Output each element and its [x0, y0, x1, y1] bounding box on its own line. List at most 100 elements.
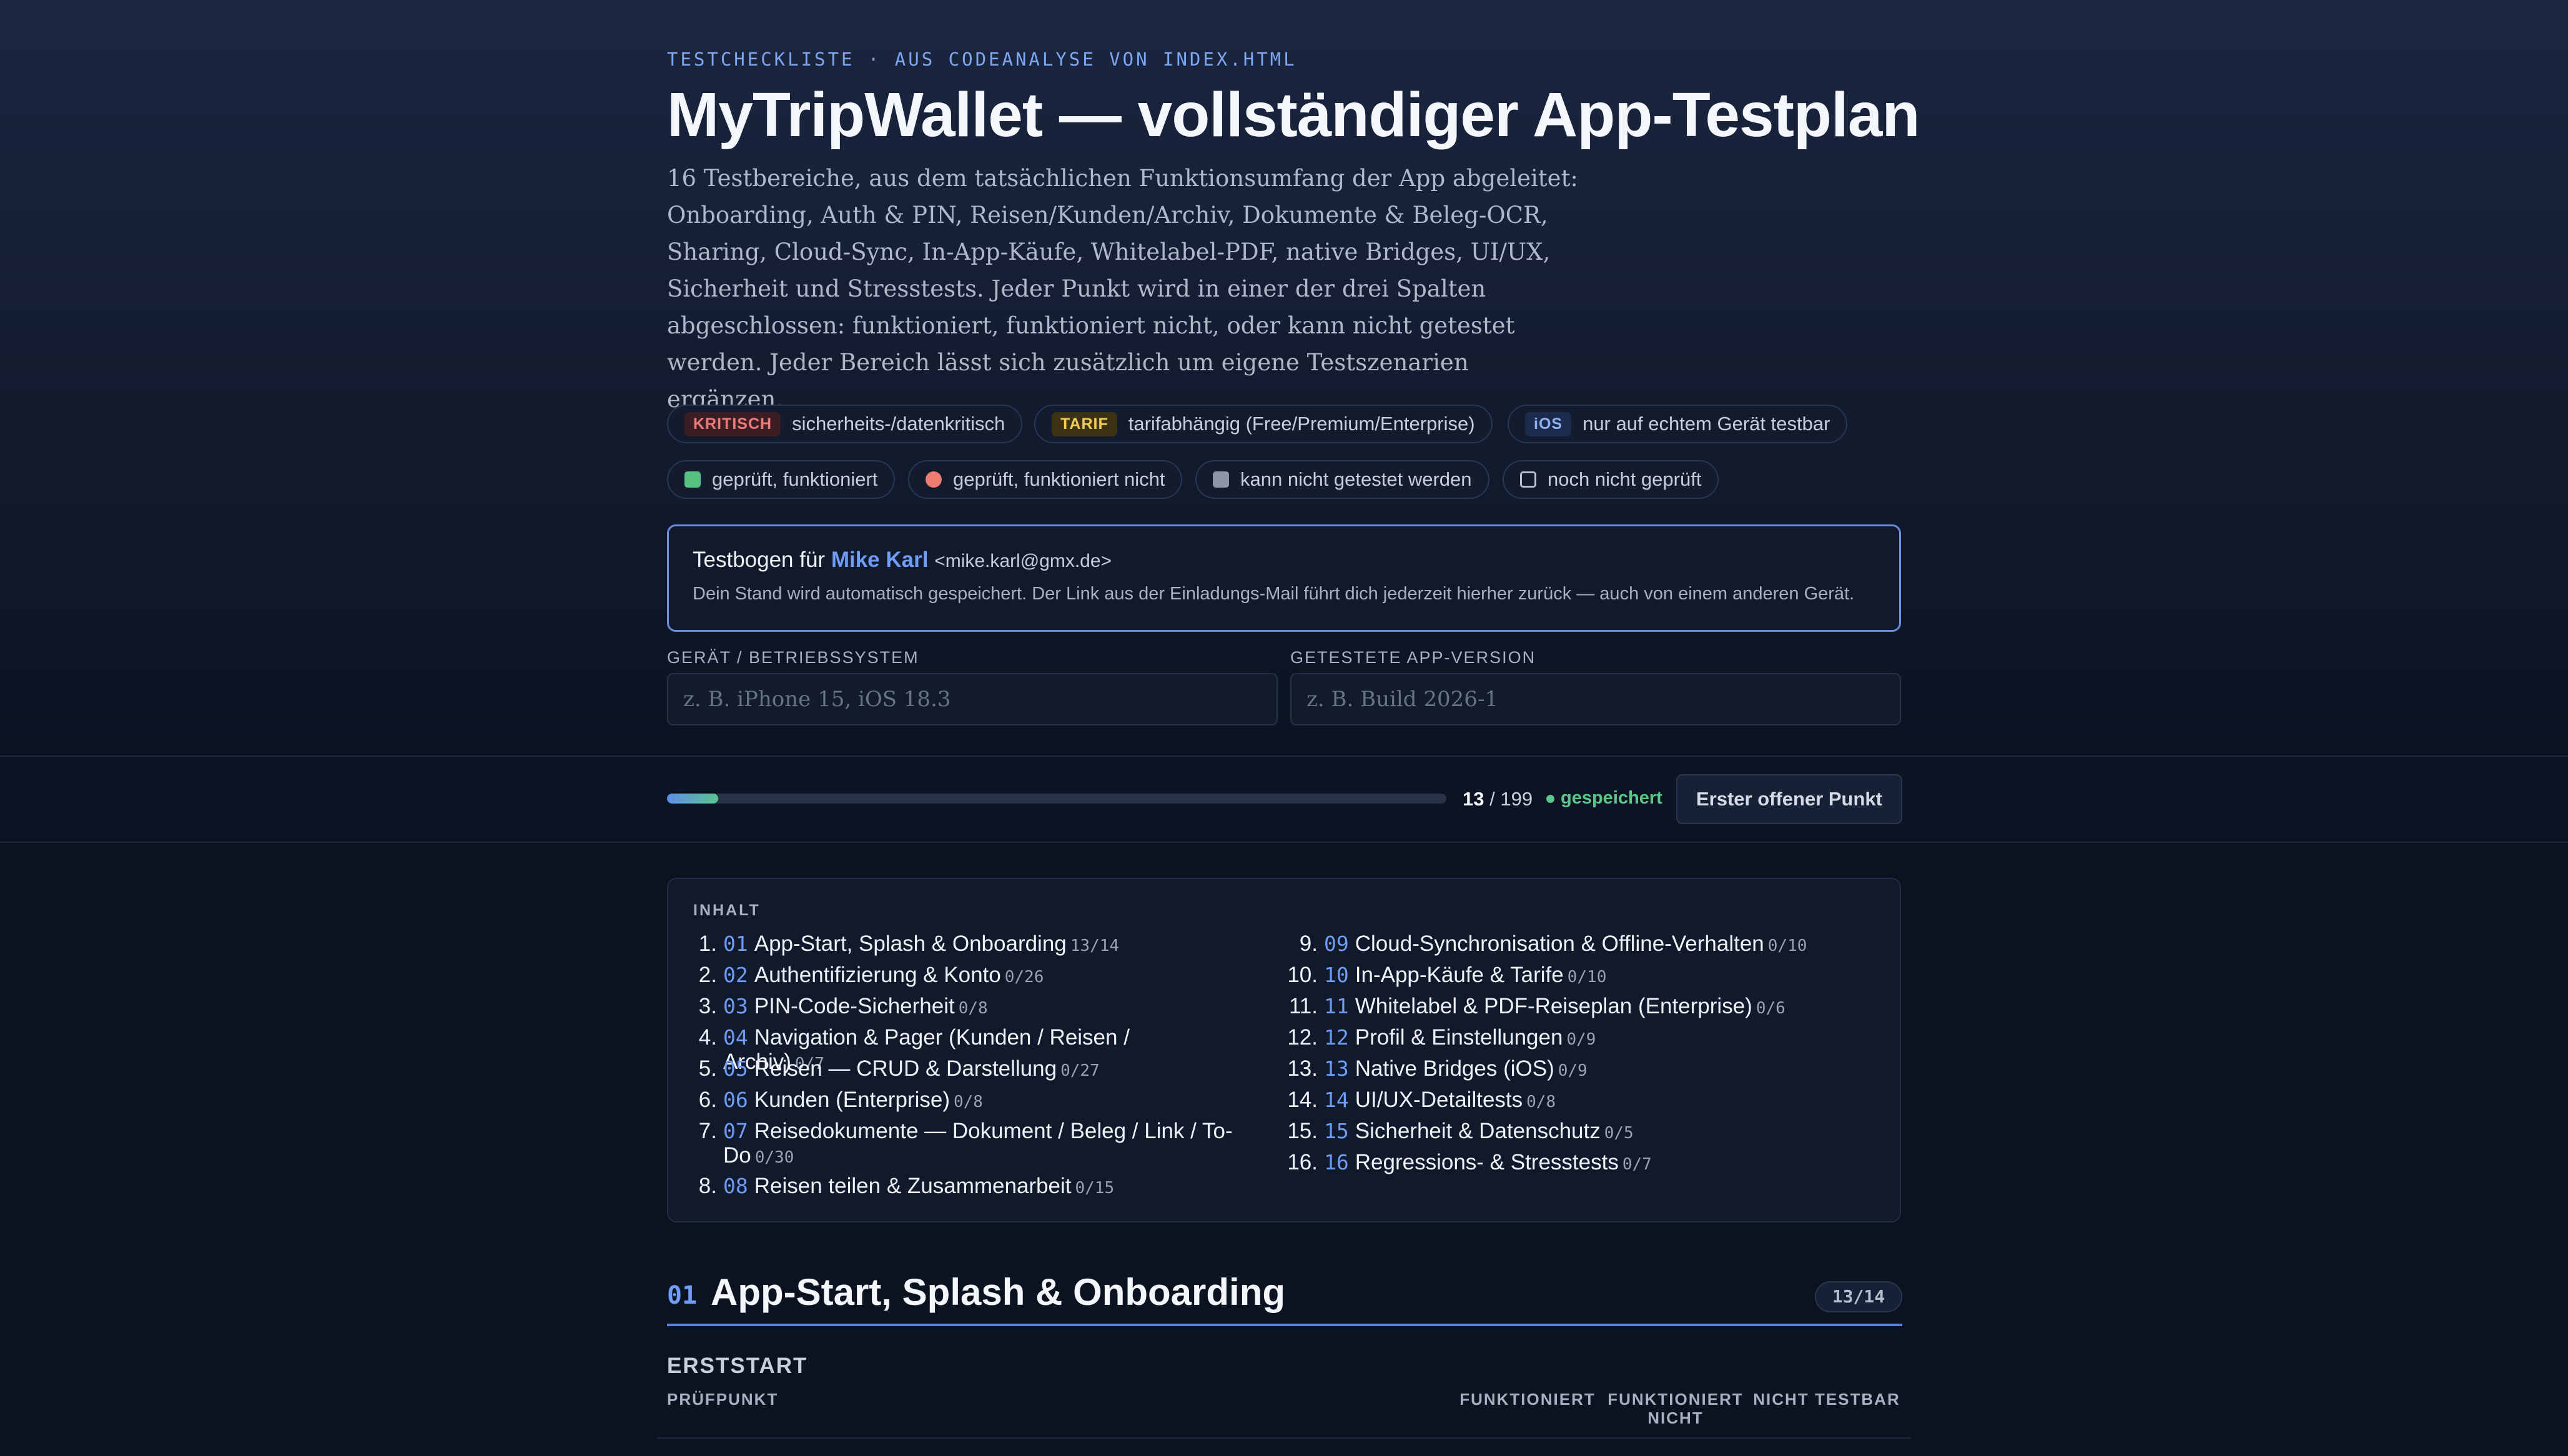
invite-name: Mike Karl: [831, 548, 929, 572]
toc-heading: INHALT: [693, 902, 761, 919]
saved-status: gespeichert: [1546, 788, 1662, 809]
toc-item-label: UI/UX-Detailtests: [1355, 1088, 1523, 1112]
toc-item-number: 09: [1324, 932, 1349, 956]
saved-dot-icon: [1546, 794, 1554, 803]
tag-ios: iOS: [1525, 411, 1572, 436]
toc-item-index: 15.: [1287, 1119, 1318, 1143]
toc-item-index: 13.: [1287, 1056, 1318, 1081]
toc-item-label: Cloud-Synchronisation & Offline-Verhalte…: [1355, 932, 1764, 956]
column-header-untestable: NICHT TESTBAR: [1753, 1390, 1900, 1409]
toc-item-index: 12.: [1287, 1025, 1318, 1050]
progress-separator: /: [1489, 788, 1495, 810]
status-unchecked-box-icon: [1520, 471, 1536, 488]
toc-item-link[interactable]: 06 Kunden (Enterprise) 0/8: [723, 1088, 1235, 1114]
toc-item-link[interactable]: 16 Regressions- & Stresstests 0/7: [1324, 1150, 1861, 1177]
progress-count: 13 / 199: [1463, 788, 1533, 810]
section-number: 01: [667, 1281, 698, 1310]
progress-bar: [667, 794, 1446, 804]
toc-item-count: 13/14: [1070, 937, 1120, 955]
toc-item-index: 14.: [1287, 1088, 1318, 1112]
toc-item-link[interactable]: 07 Reisedokumente — Dokument / Beleg / Li…: [723, 1119, 1235, 1170]
toc-item-link[interactable]: 10 In-App-Käufe & Tarife 0/10: [1324, 963, 1861, 990]
toc-item-count: 0/15: [1075, 1179, 1115, 1198]
toc-item-link[interactable]: 05 Reisen — CRUD & Darstellung 0/27: [723, 1056, 1235, 1083]
legend-chip-critical: KRITISCH sicherheits-/datenkritisch: [667, 405, 1023, 443]
section-divider: [667, 1324, 1902, 1326]
table-header-divider: [657, 1437, 1911, 1439]
page-title: MyTripWallet — vollständiger App-Testpla…: [667, 80, 1920, 150]
legend-fails-text: geprüft, funktioniert nicht: [953, 468, 1165, 490]
device-label: GERÄT / BETRIEBSSYSTEM: [667, 648, 919, 667]
toc-item-index: 1.: [698, 932, 717, 956]
section-count-badge: 13/14: [1815, 1281, 1902, 1312]
toc-item-link[interactable]: 08 Reisen teilen & Zusammenarbeit 0/15: [723, 1174, 1235, 1201]
toc-item-link[interactable]: 03 PIN-Code-Sicherheit 0/8: [723, 994, 1235, 1021]
invite-email: <mike.karl@gmx.de>: [934, 551, 1112, 571]
toc-item-number: 15: [1324, 1119, 1349, 1143]
toc-item-index: 11.: [1288, 994, 1318, 1018]
toc-item-link[interactable]: 15 Sicherheit & Datenschutz 0/5: [1324, 1119, 1861, 1146]
toc-item-index: 16.: [1287, 1150, 1318, 1174]
toc-item-label: In-App-Käufe & Tarife: [1355, 963, 1564, 987]
legend-works-text: geprüft, funktioniert: [712, 468, 878, 490]
toc-item-link[interactable]: 14 UI/UX-Detailtests 0/8: [1324, 1088, 1861, 1114]
toc-item-index: 3.: [698, 994, 717, 1018]
version-label: GETESTETE APP-VERSION: [1290, 648, 1536, 667]
legend-chip-untestable: kann nicht getestet werden: [1195, 460, 1489, 499]
toc-item-number: 06: [723, 1088, 748, 1112]
invite-prefix: Testbogen für: [693, 548, 826, 572]
legend-chip-ios: iOS nur auf echtem Gerät testbar: [1508, 405, 1848, 443]
toc-item-label: Reisen teilen & Zusammenarbeit: [754, 1174, 1072, 1198]
toc-item-count: 0/8: [1526, 1093, 1556, 1111]
column-header-fails: FUNKTIONIERT NICHT: [1607, 1390, 1744, 1427]
legend-critical-text: sicherheits-/datenkritisch: [792, 413, 1005, 435]
toc-item-index: 2.: [698, 963, 717, 987]
toc-item-number: 13: [1324, 1056, 1349, 1081]
progress-total: 199: [1500, 788, 1533, 810]
toc-item-link[interactable]: 02 Authentifizierung & Konto 0/26: [723, 963, 1235, 990]
toc-item-number: 03: [723, 994, 748, 1018]
page-intro: 16 Testbereiche, aus dem tatsächlichen F…: [667, 165, 1578, 413]
toc-item-count: 0/10: [1567, 968, 1607, 986]
toc-item-link[interactable]: 12 Profil & Einstellungen 0/9: [1324, 1025, 1861, 1052]
toc-item-number: 08: [723, 1174, 748, 1198]
toc-item-label: Reisen — CRUD & Darstellung: [754, 1056, 1057, 1081]
toc-item-label: Kunden (Enterprise): [754, 1088, 950, 1112]
column-header-works: FUNKTIONIERT: [1459, 1390, 1596, 1409]
toc-item-number: 11: [1324, 994, 1349, 1018]
toc-item-count: 0/9: [1558, 1061, 1588, 1080]
version-input[interactable]: [1290, 673, 1901, 726]
toc-item-number: 04: [723, 1025, 748, 1050]
legend-untestable-text: kann nicht getestet werden: [1240, 468, 1472, 490]
toc-item-link[interactable]: 11 Whitelabel & PDF-Reiseplan (Enterprise…: [1324, 994, 1861, 1021]
first-open-item-button[interactable]: Erster offener Punkt: [1676, 774, 1902, 824]
legend-chip-tarif: TARIF tarifabhängig (Free/Premium/Enterp…: [1034, 405, 1493, 443]
toc-item-link[interactable]: 13 Native Bridges (iOS) 0/9: [1324, 1056, 1861, 1083]
toc-item-index: 4.: [698, 1025, 717, 1050]
toc-item-count: 0/8: [953, 1093, 983, 1111]
toc-item-count: 0/6: [1756, 999, 1785, 1018]
status-fails-dot-icon: [926, 471, 942, 488]
tag-tarif: TARIF: [1052, 411, 1117, 436]
toc-item-count: 0/9: [1566, 1030, 1596, 1049]
table-of-contents: INHALT 1. 01 App-Start, Splash & Onboardin…: [667, 878, 1901, 1222]
toc-item-label: PIN-Code-Sicherheit: [754, 994, 955, 1018]
toc-item-link[interactable]: 01 App-Start, Splash & Onboarding 13/14: [723, 932, 1235, 958]
legend-chip-fails: geprüft, funktioniert nicht: [908, 460, 1183, 499]
toc-item-number: 01: [723, 932, 748, 956]
toc-item-count: 0/10: [1767, 937, 1807, 955]
status-untestable-swatch-icon: [1213, 471, 1229, 488]
toc-item-number: 02: [723, 963, 748, 987]
toc-item-index: 8.: [698, 1174, 717, 1198]
invite-note: Dein Stand wird automatisch gespeichert.…: [693, 584, 1855, 604]
group-heading: ERSTSTART: [667, 1354, 808, 1378]
legend-tarif-text: tarifabhängig (Free/Premium/Enterprise): [1128, 413, 1475, 435]
toc-item-index: 6.: [698, 1088, 717, 1112]
section-title: App-Start, Splash & Onboarding: [711, 1271, 1286, 1313]
legend-chip-unchecked: noch nicht geprüft: [1503, 460, 1719, 499]
device-input[interactable]: [667, 673, 1278, 726]
toc-item-label: App-Start, Splash & Onboarding: [754, 932, 1067, 956]
toc-item-link[interactable]: 09 Cloud-Synchronisation & Offline-Verhal…: [1324, 932, 1861, 958]
invite-heading: Testbogen für Mike Karl <mike.karl@gmx.d…: [693, 548, 1875, 573]
toc-item-number: 12: [1324, 1025, 1349, 1050]
